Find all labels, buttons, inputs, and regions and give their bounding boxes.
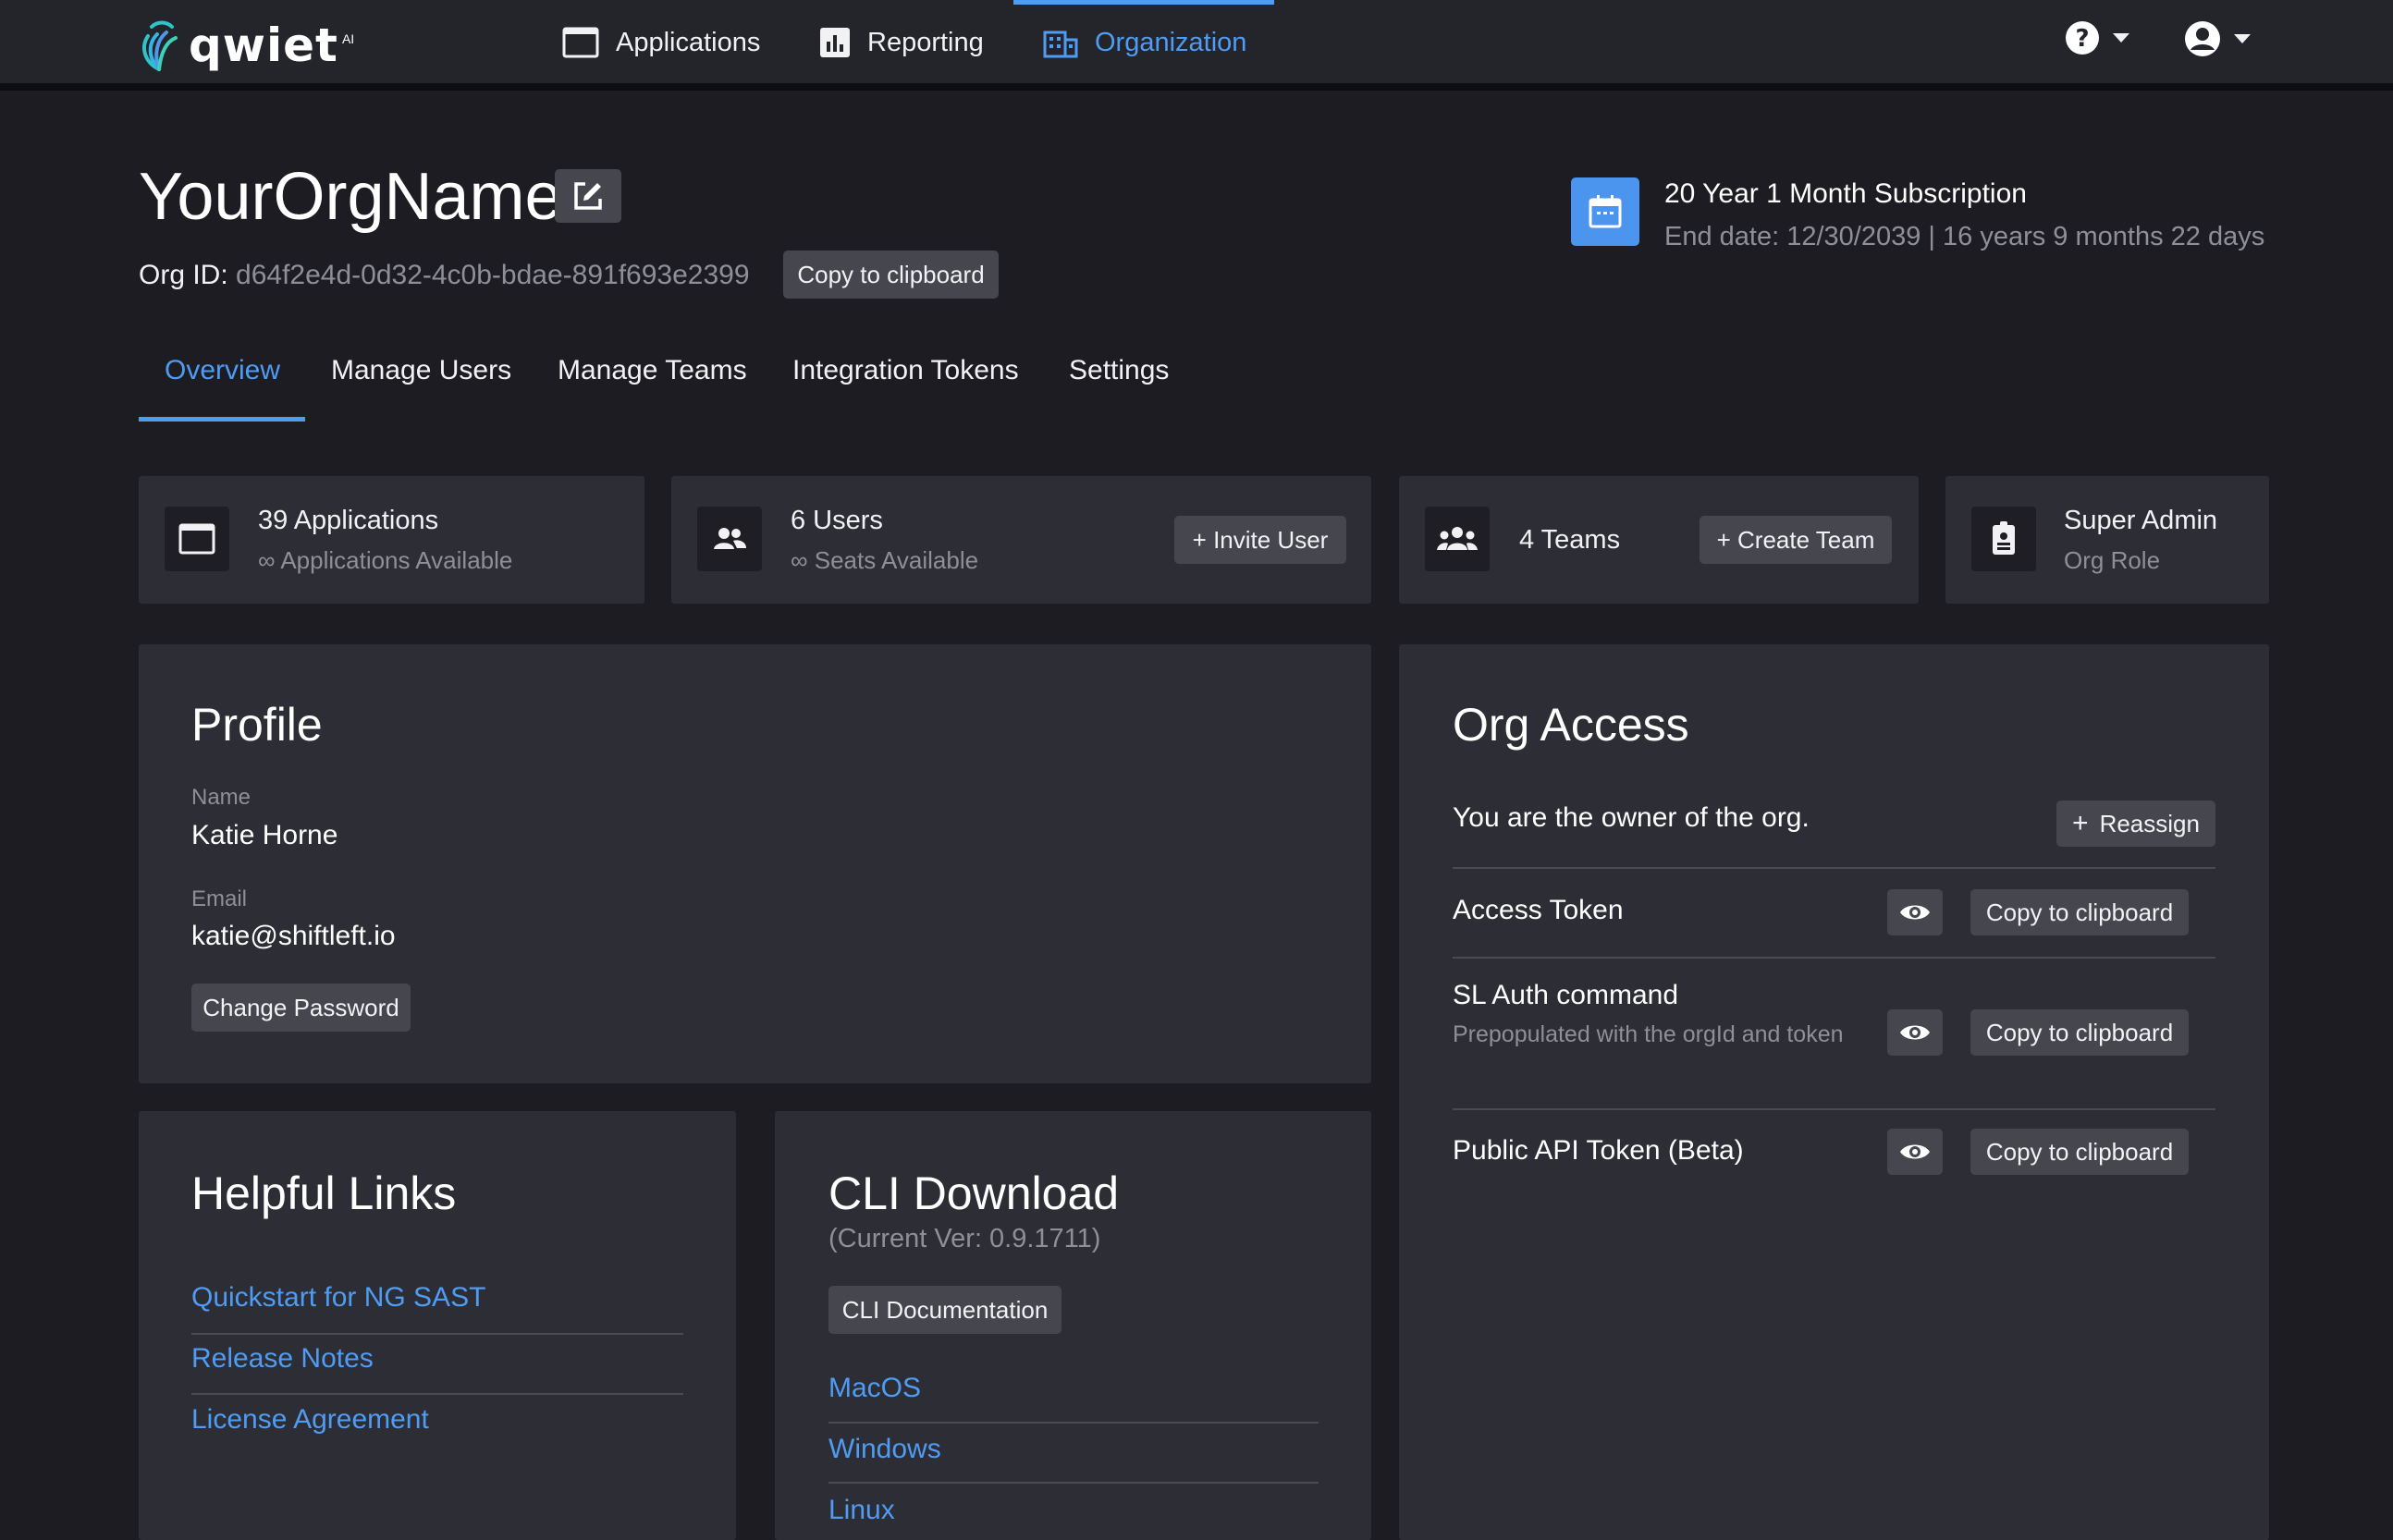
bar-chart-icon bbox=[819, 27, 851, 58]
active-tab-indicator bbox=[139, 417, 305, 422]
tab-settings[interactable]: Settings bbox=[1069, 355, 1169, 386]
divider bbox=[1453, 957, 2215, 959]
reassign-button[interactable]: + Reassign bbox=[2056, 801, 2215, 847]
tab-overview[interactable]: Overview bbox=[165, 355, 280, 386]
stat-card-users: 6 Users ∞ Seats Available + Invite User bbox=[671, 476, 1371, 604]
profile-name-value: Katie Horne bbox=[191, 820, 338, 850]
subscription-end-date: End date: 12/30/2039 | 16 years 9 months… bbox=[1664, 222, 2265, 251]
org-id-line: Org ID: d64f2e4d-0d32-4c0b-bdae-891f693e… bbox=[139, 260, 750, 291]
helpful-links-title: Helpful Links bbox=[191, 1167, 457, 1219]
cli-documentation-button[interactable]: CLI Documentation bbox=[828, 1286, 1062, 1334]
teams-count: 4 Teams bbox=[1519, 525, 1621, 555]
edit-icon bbox=[574, 182, 602, 210]
nav-applications[interactable]: Applications bbox=[562, 0, 760, 85]
svg-text:?: ? bbox=[2075, 25, 2089, 53]
divider bbox=[828, 1422, 1319, 1424]
stat-card-role: Super Admin Org Role bbox=[1945, 476, 2269, 604]
logo-wordmark: qwiet bbox=[189, 18, 338, 72]
account-circle-icon bbox=[2185, 21, 2220, 56]
show-public-api-token-button[interactable] bbox=[1887, 1129, 1943, 1175]
public-api-token-label: Public API Token (Beta) bbox=[1453, 1135, 1744, 1166]
edit-org-name-button[interactable] bbox=[555, 169, 621, 223]
applications-count: 39 Applications bbox=[258, 506, 439, 535]
role-label: Org Role bbox=[2064, 546, 2161, 574]
org-id-value: d64f2e4d-0d32-4c0b-bdae-891f693e2399 bbox=[236, 260, 750, 290]
eye-icon bbox=[1900, 905, 1930, 920]
sl-auth-command-description: Prepopulated with the orgId and token bbox=[1453, 1021, 1844, 1047]
seats-available: ∞ Seats Available bbox=[791, 546, 979, 574]
copy-public-api-token-button[interactable]: Copy to clipboard bbox=[1970, 1129, 2189, 1175]
link-release-notes[interactable]: Release Notes bbox=[191, 1343, 374, 1375]
link-cli-macos[interactable]: MacOS bbox=[828, 1373, 921, 1404]
reassign-label: Reassign bbox=[2099, 809, 2200, 837]
helpful-links-panel: Helpful Links Quickstart for NG SAST Rel… bbox=[139, 1111, 736, 1540]
divider bbox=[191, 1333, 683, 1335]
profile-title: Profile bbox=[191, 699, 323, 751]
org-access-panel: Org Access You are the owner of the org.… bbox=[1399, 644, 2269, 1540]
copy-access-token-button[interactable]: Copy to clipboard bbox=[1970, 889, 2189, 935]
users-count: 6 Users bbox=[791, 506, 883, 535]
link-cli-linux[interactable]: Linux bbox=[828, 1495, 895, 1526]
cli-version: (Current Ver: 0.9.1711) bbox=[828, 1224, 1101, 1253]
owner-text: You are the owner of the org. bbox=[1453, 802, 1810, 833]
subscription-title: 20 Year 1 Month Subscription bbox=[1664, 178, 2027, 209]
link-cli-windows[interactable]: Windows bbox=[828, 1434, 941, 1465]
qwiet-logo[interactable]: qwiet AI bbox=[137, 13, 354, 78]
access-token-label: Access Token bbox=[1453, 895, 1624, 925]
help-menu[interactable]: ? bbox=[2065, 20, 2129, 55]
sl-auth-command-label: SL Auth command bbox=[1453, 980, 1679, 1010]
tab-manage-teams[interactable]: Manage Teams bbox=[558, 355, 747, 386]
profile-email-label: Email bbox=[191, 886, 248, 911]
copy-sl-auth-command-button[interactable]: Copy to clipboard bbox=[1970, 1009, 2189, 1056]
change-password-button[interactable]: Change Password bbox=[191, 984, 411, 1032]
show-sl-auth-command-button[interactable] bbox=[1887, 1009, 1943, 1056]
nav-organization[interactable]: Organization bbox=[1012, 0, 1275, 85]
building-icon bbox=[1043, 27, 1078, 58]
tab-integration-tokens[interactable]: Integration Tokens bbox=[792, 355, 1019, 386]
nav-applications-label: Applications bbox=[616, 27, 761, 57]
plus-icon: + bbox=[2072, 808, 2089, 838]
nav-organization-label: Organization bbox=[1095, 27, 1247, 57]
profile-panel: Profile Name Katie Horne Email katie@shi… bbox=[139, 644, 1371, 1083]
logo-swirl-icon bbox=[142, 20, 178, 71]
teams-icon bbox=[1425, 507, 1490, 571]
link-quickstart-ng-sast[interactable]: Quickstart for NG SAST bbox=[191, 1282, 485, 1314]
top-navbar: qwiet AI Applications Reporting Organiza… bbox=[0, 0, 2393, 91]
window-icon bbox=[165, 507, 229, 571]
create-team-button[interactable]: + Create Team bbox=[1700, 516, 1892, 564]
badge-icon bbox=[1971, 507, 2036, 571]
profile-email-value: katie@shiftleft.io bbox=[191, 921, 396, 951]
divider bbox=[828, 1482, 1319, 1484]
applications-available: ∞ Applications Available bbox=[258, 546, 513, 574]
cli-download-panel: CLI Download (Current Ver: 0.9.1711) CLI… bbox=[775, 1111, 1371, 1540]
org-name-heading: YourOrgName bbox=[139, 160, 562, 234]
copy-org-id-button[interactable]: Copy to clipboard bbox=[783, 251, 999, 299]
chevron-down-icon bbox=[2234, 34, 2251, 43]
org-access-title: Org Access bbox=[1453, 699, 1689, 751]
help-circle-icon: ? bbox=[2066, 21, 2099, 55]
divider bbox=[1453, 1108, 2215, 1110]
stat-card-teams: 4 Teams + Create Team bbox=[1399, 476, 1919, 604]
invite-user-button[interactable]: + Invite User bbox=[1174, 516, 1346, 564]
account-menu[interactable] bbox=[2184, 20, 2251, 57]
show-access-token-button[interactable] bbox=[1887, 889, 1943, 935]
divider bbox=[1453, 867, 2215, 869]
chevron-down-icon bbox=[2113, 33, 2129, 43]
profile-name-label: Name bbox=[191, 785, 252, 810]
nav-reporting-label: Reporting bbox=[867, 27, 984, 57]
stat-card-applications: 39 Applications ∞ Applications Available bbox=[139, 476, 644, 604]
cli-download-title: CLI Download bbox=[828, 1167, 1120, 1219]
window-icon bbox=[562, 27, 599, 58]
users-icon bbox=[697, 507, 762, 571]
tab-manage-users[interactable]: Manage Users bbox=[331, 355, 511, 386]
divider bbox=[191, 1393, 683, 1395]
link-license-agreement[interactable]: License Agreement bbox=[191, 1404, 429, 1436]
org-id-label: Org ID: bbox=[139, 260, 228, 290]
eye-icon bbox=[1900, 1144, 1930, 1159]
nav-reporting[interactable]: Reporting bbox=[819, 0, 984, 85]
calendar-icon bbox=[1571, 177, 1639, 246]
role-title: Super Admin bbox=[2064, 506, 2218, 535]
logo-ai-mark: AI bbox=[341, 31, 355, 46]
eye-icon bbox=[1900, 1025, 1930, 1040]
